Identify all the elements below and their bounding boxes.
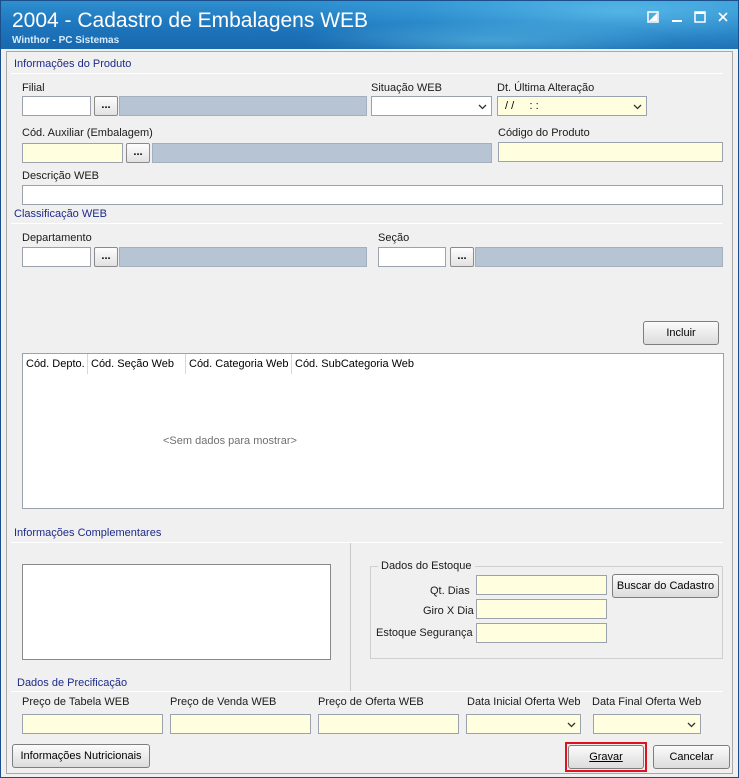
section-divider [11, 542, 723, 543]
grid-empty-message: <Sem dados para mostrar> [163, 435, 297, 447]
estoque-title: Dados do Estoque [378, 560, 475, 572]
main-window: 2004 - Cadastro de Embalagens WEB Wintho… [0, 0, 739, 778]
grid-column-separator [87, 354, 88, 374]
data-final-label: Data Final Oferta Web [592, 696, 702, 708]
grid-column-header[interactable]: Cód. SubCategoria Web [295, 358, 414, 370]
restore-icon[interactable] [645, 10, 661, 26]
grid-column-header[interactable]: Cód. Categoria Web [189, 358, 288, 370]
cod-auxiliar-label: Cód. Auxiliar (Embalagem) [22, 127, 153, 139]
cancelar-button[interactable]: Cancelar [653, 745, 730, 769]
chevron-down-icon [478, 104, 487, 110]
section-title-classificacao: Classificação WEB [14, 208, 107, 220]
dt-alteracao-label: Dt. Última Alteração [497, 82, 595, 94]
estoque-seguranca-input[interactable] [476, 623, 607, 643]
classificacao-grid[interactable]: Cód. Depto. Cód. Seção Web Cód. Categori… [22, 353, 724, 509]
filial-description-field [119, 96, 367, 116]
filial-input[interactable] [22, 96, 91, 116]
filial-lookup-button[interactable]: ... [94, 96, 118, 116]
preco-venda-label: Preço de Venda WEB [170, 696, 277, 708]
window-title: 2004 - Cadastro de Embalagens WEB [12, 9, 369, 32]
giro-label: Giro X Dia [423, 605, 474, 617]
grid-column-separator [291, 354, 292, 374]
incluir-button[interactable]: Incluir [643, 321, 719, 345]
departamento-lookup-button[interactable]: ... [94, 247, 118, 267]
cod-auxiliar-lookup-button[interactable]: ... [126, 143, 150, 163]
departamento-input[interactable] [22, 247, 91, 267]
chevron-down-icon [633, 104, 642, 110]
preco-oferta-label: Preço de Oferta WEB [318, 696, 424, 708]
buscar-cadastro-button[interactable]: Buscar do Cadastro [612, 574, 719, 598]
dt-alteracao-picker[interactable]: / / : : [497, 96, 647, 116]
situacao-label: Situação WEB [371, 82, 442, 94]
qt-dias-input[interactable] [476, 575, 607, 595]
situacao-select[interactable] [371, 96, 492, 116]
title-bar[interactable]: 2004 - Cadastro de Embalagens WEB Wintho… [1, 1, 738, 49]
descricao-label: Descrição WEB [22, 170, 100, 182]
section-divider [11, 223, 723, 224]
preco-oferta-input[interactable] [318, 714, 459, 734]
estoque-seguranca-label: Estoque Segurança [376, 627, 473, 639]
cod-auxiliar-description-field [152, 143, 492, 163]
gravar-button[interactable]: Gravar [568, 745, 644, 769]
section-divider [11, 691, 723, 692]
grid-column-separator [185, 354, 186, 374]
departamento-label: Departamento [22, 232, 92, 244]
section-title-complementares: Informações Complementares [14, 527, 162, 539]
codigo-produto-label: Código do Produto [498, 127, 590, 139]
departamento-description-field [119, 247, 367, 267]
filial-label: Filial [22, 82, 45, 94]
gravar-label: Gravar [589, 751, 623, 763]
informacoes-nutricionais-button[interactable]: Informações Nutricionais [12, 744, 150, 768]
cancelar-label: Cancelar [669, 751, 714, 763]
section-title-precificacao: Dados de Precificação [17, 677, 128, 689]
grid-column-header[interactable]: Cód. Depto. [26, 358, 85, 370]
panel-divider [350, 543, 351, 691]
secao-input[interactable] [378, 247, 446, 267]
maximize-icon[interactable] [692, 10, 708, 26]
window-subtitle: Winthor - PC Sistemas [12, 35, 120, 46]
cod-auxiliar-input[interactable] [22, 143, 123, 163]
dt-alteracao-value: / / : : [502, 100, 539, 112]
qt-dias-label: Qt. Dias [430, 585, 470, 597]
section-title-produto: Informações do Produto [14, 58, 132, 70]
descricao-input[interactable] [22, 185, 723, 205]
preco-tabela-label: Preço de Tabela WEB [22, 696, 130, 708]
data-inicial-picker[interactable] [466, 714, 581, 734]
data-final-picker[interactable] [593, 714, 701, 734]
secao-description-field [475, 247, 723, 267]
section-divider [11, 73, 723, 74]
grid-column-header[interactable]: Cód. Seção Web [91, 358, 174, 370]
chevron-down-icon [567, 722, 576, 728]
codigo-produto-input[interactable] [498, 142, 723, 162]
data-inicial-label: Data Inicial Oferta Web [467, 696, 581, 708]
giro-input[interactable] [476, 599, 607, 619]
secao-label: Seção [378, 232, 410, 244]
preco-venda-input[interactable] [170, 714, 311, 734]
complementares-memo[interactable] [22, 564, 331, 660]
chevron-down-icon [687, 722, 696, 728]
close-icon[interactable] [715, 10, 731, 26]
preco-tabela-input[interactable] [22, 714, 163, 734]
minimize-icon[interactable] [669, 10, 685, 26]
secao-lookup-button[interactable]: ... [450, 247, 474, 267]
